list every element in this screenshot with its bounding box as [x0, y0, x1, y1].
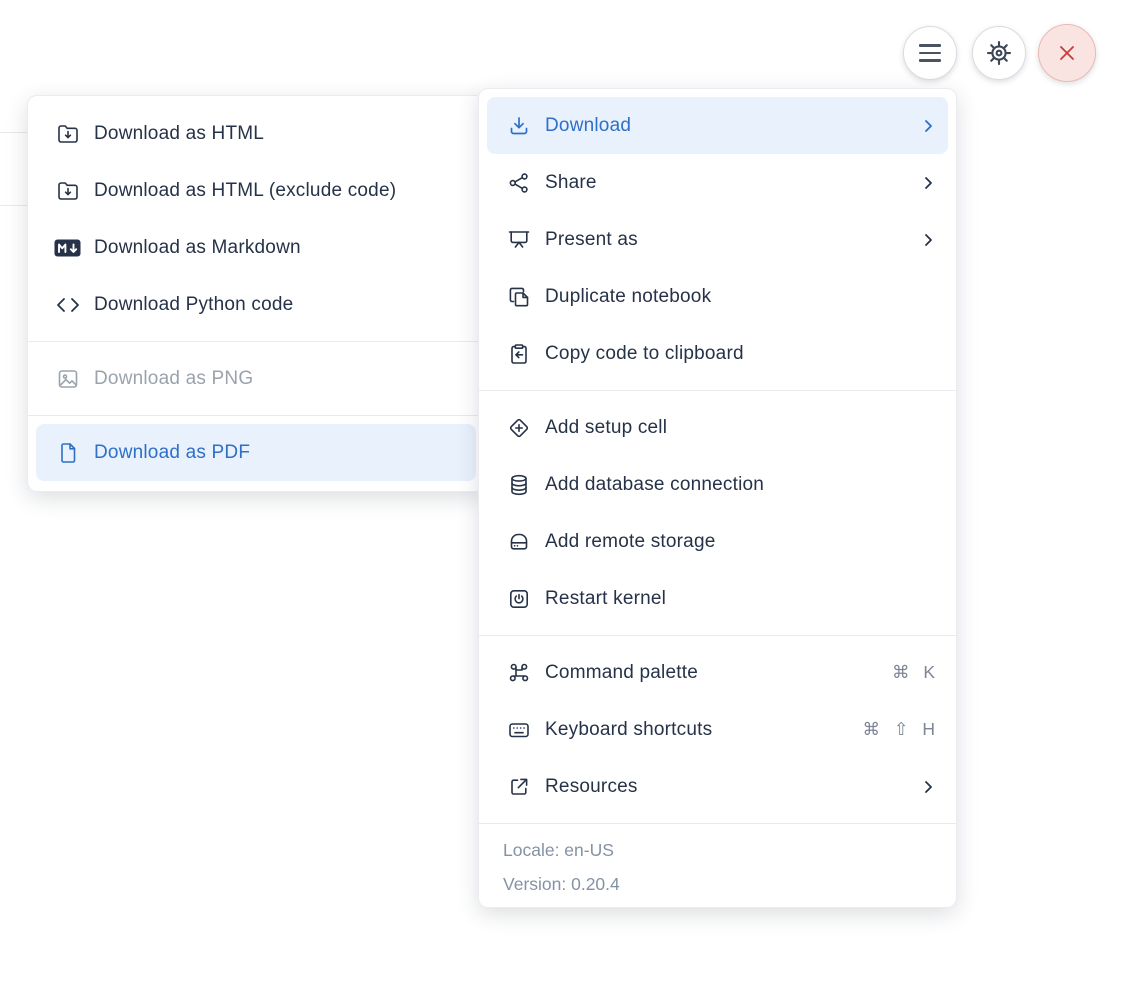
close-icon: [1055, 41, 1079, 65]
locale-text: Locale: en-US: [503, 840, 614, 860]
menu-divider: [479, 635, 956, 636]
menu-item-command-palette[interactable]: Command palette ⌘ K: [479, 644, 956, 701]
menu-item-download-python-code[interactable]: Download Python code: [28, 276, 484, 333]
diamond-plus-icon: [505, 416, 532, 440]
menu-item-download-as-markdown[interactable]: Download as Markdown: [28, 219, 484, 276]
image-icon: [54, 367, 81, 391]
presentation-icon: [505, 228, 532, 252]
file-icon: [54, 441, 81, 465]
menu-item-label: Duplicate notebook: [545, 285, 712, 307]
menu-item-download-as-html-exclude-code[interactable]: Download as HTML (exclude code): [28, 162, 484, 219]
hamburger-icon: [919, 44, 941, 62]
shortcut-hint: ⌘ K: [891, 662, 936, 682]
menu-item-label: Resources: [545, 775, 638, 797]
menu-item-resources[interactable]: Resources: [479, 758, 956, 815]
chevron-right-icon: [920, 175, 936, 191]
menu-item-label: Copy code to clipboard: [545, 342, 744, 364]
code-icon: [54, 294, 81, 316]
background-divider: [0, 132, 27, 133]
close-button[interactable]: [1038, 24, 1096, 82]
folder-download-icon: [54, 179, 81, 203]
menu-item-label: Command palette: [545, 661, 698, 683]
menu-item-label: Download as Markdown: [94, 236, 301, 258]
menu-item-share[interactable]: Share: [479, 154, 956, 211]
menu-divider: [28, 341, 484, 342]
menu-item-label: Download Python code: [94, 293, 294, 315]
chevron-right-icon: [920, 232, 936, 248]
settings-button[interactable]: [972, 26, 1026, 80]
menu-item-label: Download: [545, 114, 632, 136]
download-submenu: Download as HTML Download as HTML (exclu…: [27, 95, 485, 492]
menu-item-add-database-connection[interactable]: Add database connection: [479, 456, 956, 513]
menu-item-present-as[interactable]: Present as: [479, 211, 956, 268]
menu-item-download-as-html[interactable]: Download as HTML: [28, 105, 484, 162]
menu-item-download[interactable]: Download: [487, 97, 948, 154]
duplicate-icon: [505, 285, 532, 309]
gear-icon: [984, 38, 1014, 68]
download-icon: [505, 114, 532, 138]
background-divider: [0, 205, 27, 206]
menu-item-add-remote-storage[interactable]: Add remote storage: [479, 513, 956, 570]
menu-item-label: Download as PDF: [94, 441, 251, 463]
menu-item-label: Restart kernel: [545, 587, 667, 609]
menu-item-duplicate-notebook[interactable]: Duplicate notebook: [479, 268, 956, 325]
app-window: Download as HTML Download as HTML (exclu…: [0, 0, 1130, 986]
markdown-icon: [54, 239, 81, 257]
menu-item-label: Present as: [545, 228, 638, 250]
folder-download-icon: [54, 122, 81, 146]
menu-divider: [479, 390, 956, 391]
chevron-right-icon: [920, 779, 936, 795]
menu-item-label: Download as HTML: [94, 122, 265, 144]
version-text: Version: 0.20.4: [503, 874, 620, 894]
shortcut-hint: ⌘ ⇧ H: [862, 719, 936, 739]
menu-item-label: Share: [545, 171, 597, 193]
menu-item-add-setup-cell[interactable]: Add setup cell: [479, 399, 956, 456]
menu-item-copy-code-to-clipboard[interactable]: Copy code to clipboard: [479, 325, 956, 382]
menu-item-label: Keyboard shortcuts: [545, 718, 713, 740]
database-icon: [505, 473, 532, 497]
share-icon: [505, 171, 532, 195]
power-icon: [505, 587, 532, 611]
chevron-right-icon: [920, 118, 936, 134]
menu-footer: Locale: en-US Version: 0.20.4: [479, 823, 956, 909]
menu-item-label: Add remote storage: [545, 530, 716, 552]
hamburger-menu-button[interactable]: [903, 26, 957, 80]
external-link-icon: [505, 775, 532, 799]
menu-item-keyboard-shortcuts[interactable]: Keyboard shortcuts ⌘ ⇧ H: [479, 701, 956, 758]
menu-item-label: Download as HTML (exclude code): [94, 179, 397, 201]
menu-item-label: Add database connection: [545, 473, 765, 495]
keyboard-icon: [505, 718, 532, 742]
menu-item-label: Download as PNG: [94, 367, 254, 389]
clipboard-icon: [505, 342, 532, 366]
menu-item-label: Add setup cell: [545, 416, 668, 438]
menu-item-download-as-png: Download as PNG: [28, 350, 484, 407]
menu-divider: [28, 415, 484, 416]
menu-item-restart-kernel[interactable]: Restart kernel: [479, 570, 956, 627]
main-menu: Download Share Present as Duplicate note…: [478, 88, 957, 908]
storage-icon: [505, 530, 532, 554]
command-icon: [505, 661, 532, 685]
menu-item-download-as-pdf[interactable]: Download as PDF: [36, 424, 476, 481]
